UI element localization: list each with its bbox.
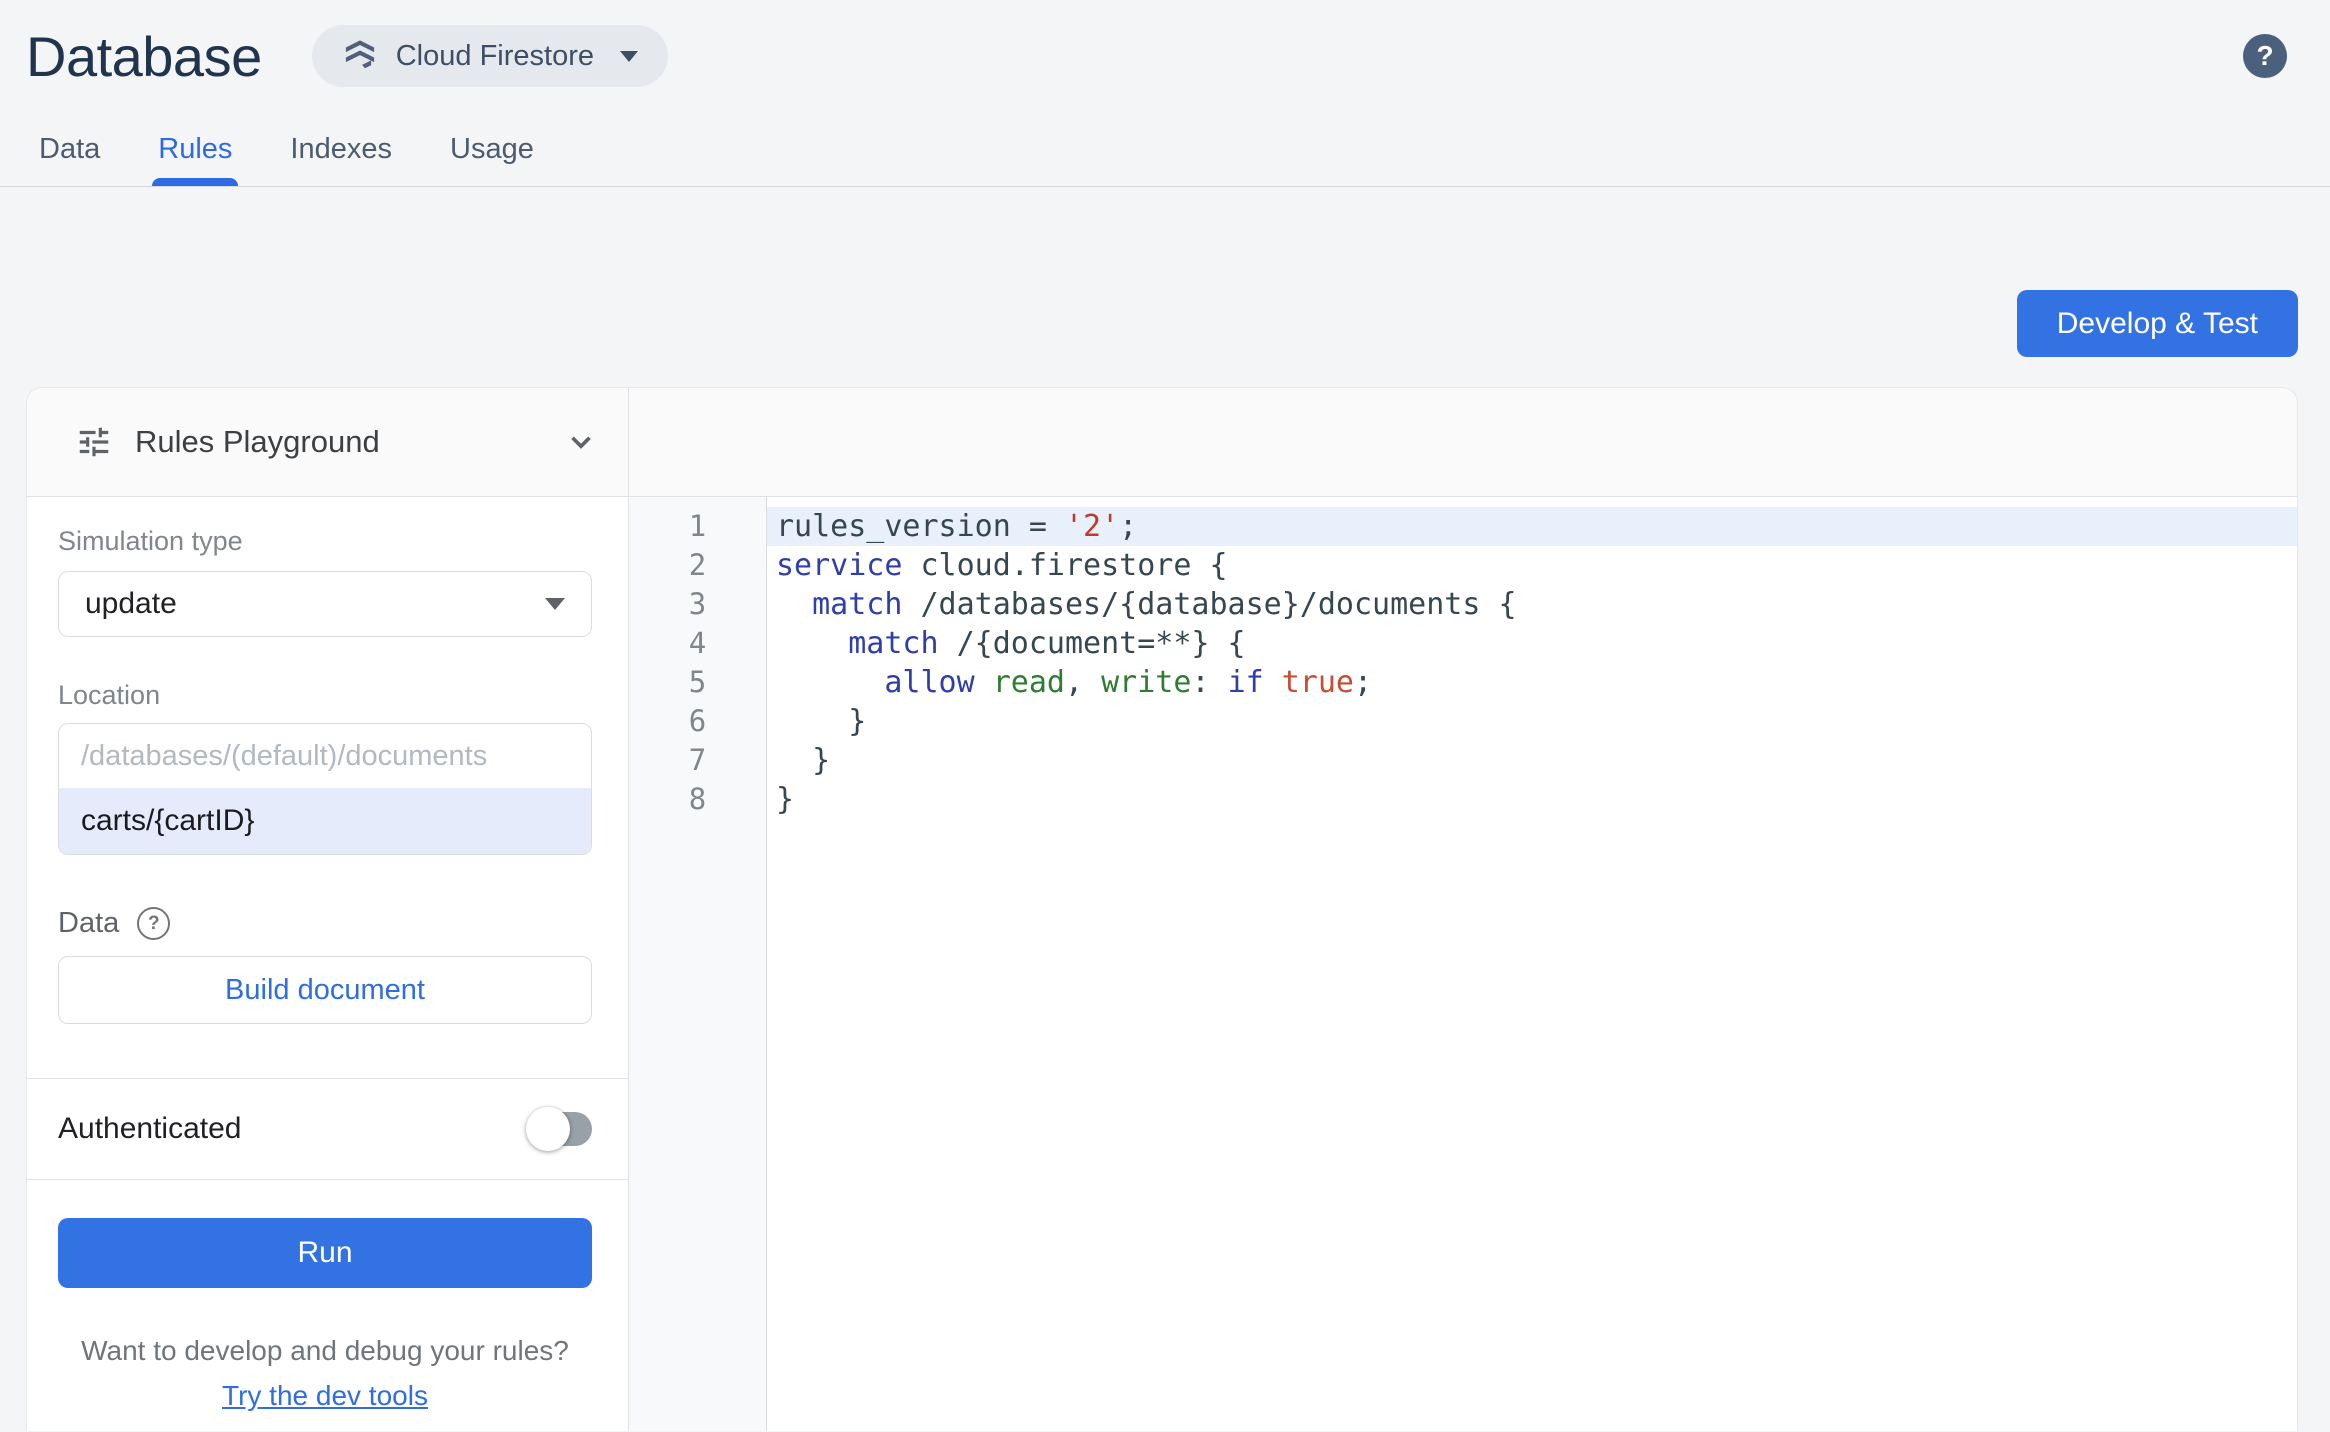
authenticated-row: Authenticated: [27, 1078, 628, 1180]
code-line-5[interactable]: allow read, write: if true;: [767, 663, 2297, 702]
location-prefix: /databases/(default)/documents: [81, 740, 488, 772]
tab-rules[interactable]: Rules: [132, 112, 258, 186]
line-number: 3: [688, 587, 707, 621]
simulation-type-value: update: [85, 587, 177, 620]
line-number: 8: [688, 782, 707, 816]
code-line-7[interactable]: }: [767, 741, 2297, 780]
code-line-3[interactable]: match /databases/{database}/documents {: [767, 585, 2297, 624]
question-mark-glyph: ?: [147, 912, 160, 934]
tune-icon: [79, 427, 109, 457]
authenticated-toggle[interactable]: [526, 1107, 592, 1151]
simulation-type-label: Simulation type: [58, 526, 243, 556]
toggle-knob: [526, 1107, 570, 1151]
line-number: 2: [688, 548, 707, 582]
code-line-2[interactable]: service cloud.firestore {: [767, 546, 2297, 585]
rules-playground-title: Rules Playground: [135, 424, 380, 459]
chevron-down-icon: [619, 50, 638, 62]
line-number: 6: [688, 704, 707, 738]
firestore-icon: [342, 38, 378, 74]
topbar: Database Cloud Firestore ?: [0, 0, 2330, 112]
database-product-selector[interactable]: Cloud Firestore: [311, 25, 668, 87]
rules-playground-body: Simulation type update Location /databas…: [27, 497, 628, 1078]
dropdown-caret-icon: [545, 598, 565, 610]
collapse-chevron-icon[interactable]: [564, 425, 598, 459]
page-title: Database: [26, 24, 262, 88]
line-number: 7: [688, 743, 707, 777]
rules-editor: 1 2 3 4 5 6 7 8 rules_version = '2'; service clo…: [629, 388, 2297, 1431]
help-icon: ?: [2256, 40, 2274, 71]
dev-tools-link[interactable]: Try the dev tools: [58, 1380, 592, 1412]
line-number: 5: [688, 665, 707, 699]
firestore-rules-page: Database Cloud Firestore ? Data Rules Inde…: [0, 0, 2330, 1432]
code-lines[interactable]: rules_version = '2'; service cloud.firest…: [767, 497, 2297, 1431]
code-area: 1 2 3 4 5 6 7 8 rules_version = '2'; service clo…: [629, 497, 2297, 1431]
line-number: 1: [688, 509, 707, 543]
rules-card: Rules Playground Simulation type update …: [26, 387, 2298, 1431]
run-section: Run Want to develop and debug your rules…: [27, 1180, 628, 1412]
tab-bar: Data Rules Indexes Usage: [0, 112, 2330, 187]
code-line-4[interactable]: match /{document=**} {: [767, 624, 2297, 663]
run-button[interactable]: Run: [58, 1218, 592, 1288]
code-line-6[interactable]: }: [767, 702, 2297, 741]
editor-toolbar: [629, 388, 2297, 497]
line-number-gutter: 1 2 3 4 5 6 7 8: [629, 497, 767, 1431]
code-line-1[interactable]: rules_version = '2';: [767, 507, 2297, 546]
tab-indexes[interactable]: Indexes: [264, 112, 418, 186]
code-line-8[interactable]: }: [767, 780, 2297, 819]
authenticated-label: Authenticated: [58, 1112, 242, 1145]
selected-database-label: Cloud Firestore: [395, 39, 594, 72]
develop-test-button[interactable]: Develop & Test: [2016, 290, 2298, 357]
rules-playground-header[interactable]: Rules Playground: [27, 388, 628, 497]
actions-row: Develop & Test: [0, 187, 2330, 387]
simulation-type-select[interactable]: update: [58, 571, 592, 637]
dev-tools-prompt: Want to develop and debug your rules?: [81, 1335, 569, 1366]
help-button[interactable]: ?: [2243, 34, 2287, 78]
data-label: Data: [58, 907, 120, 939]
location-label: Location: [58, 680, 161, 710]
line-number: 4: [688, 626, 707, 660]
location-field: /databases/(default)/documents carts/{ca…: [58, 723, 592, 855]
data-section: Data ?: [58, 907, 592, 940]
data-help-icon[interactable]: ?: [137, 907, 171, 940]
location-input[interactable]: carts/{cartID}: [59, 788, 591, 854]
tab-data[interactable]: Data: [13, 112, 126, 186]
rules-playground-panel: Rules Playground Simulation type update …: [27, 388, 629, 1431]
tab-usage[interactable]: Usage: [424, 112, 560, 186]
build-document-button[interactable]: Build document: [58, 956, 592, 1024]
